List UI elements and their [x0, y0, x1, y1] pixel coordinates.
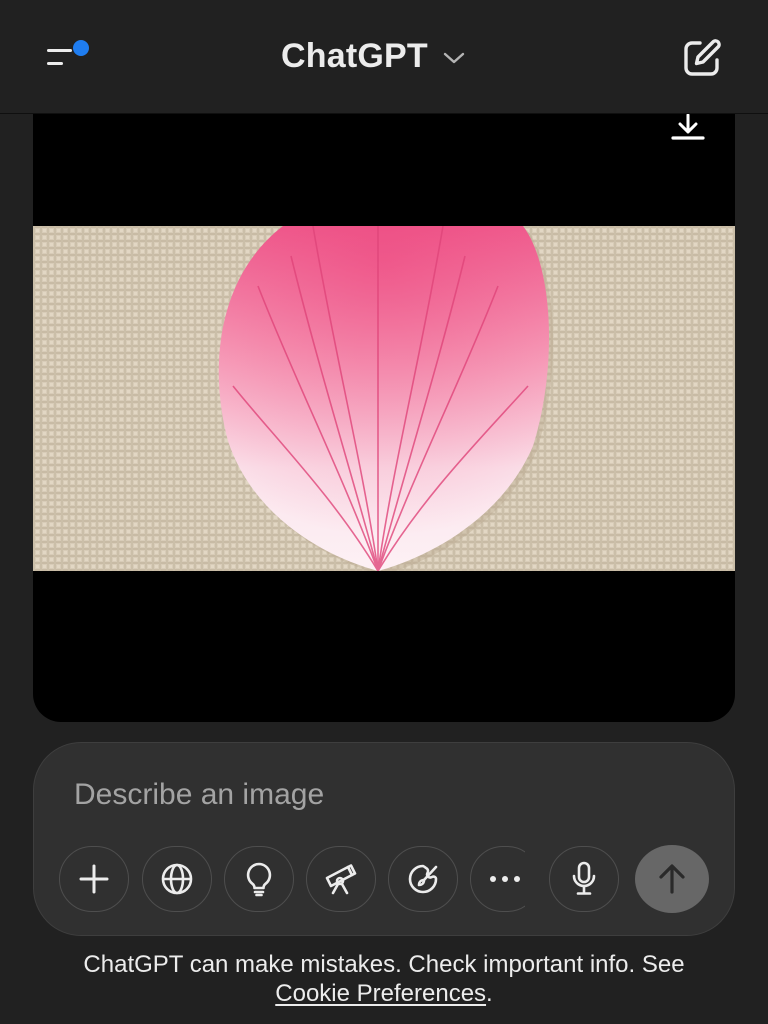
- menu-line-bottom: [47, 62, 63, 65]
- generated-image[interactable]: [33, 226, 735, 571]
- globe-icon: [161, 863, 193, 895]
- add-attachment-button[interactable]: [59, 846, 129, 912]
- prompt-input[interactable]: [74, 773, 684, 817]
- lightbulb-icon: [246, 862, 272, 897]
- create-image-button[interactable]: [388, 846, 458, 912]
- ellipsis-icon: [490, 876, 520, 882]
- plus-icon: [79, 864, 109, 894]
- sidebar-menu-button[interactable]: [40, 36, 96, 80]
- new-chat-pencil-icon: [684, 39, 721, 76]
- search-web-button[interactable]: [142, 846, 212, 912]
- reason-button[interactable]: [224, 846, 294, 912]
- generated-image-card: [33, 113, 735, 722]
- new-chat-button[interactable]: [680, 36, 724, 80]
- menu-line-top: [47, 49, 72, 52]
- chevron-down-icon: [443, 52, 465, 64]
- download-icon: [671, 113, 705, 140]
- disclaimer-suffix: .: [486, 980, 493, 1007]
- model-selector[interactable]: ChatGPT: [281, 34, 466, 78]
- app-title: ChatGPT: [281, 36, 428, 75]
- download-button[interactable]: [669, 113, 707, 145]
- voice-input-button[interactable]: [549, 846, 619, 912]
- notification-dot: [73, 40, 89, 56]
- telescope-icon: [325, 864, 357, 895]
- message-composer: [33, 742, 735, 936]
- disclaimer: ChatGPT can make mistakes. Check importa…: [0, 950, 768, 1008]
- cookie-preferences-link[interactable]: Cookie Preferences: [275, 980, 486, 1007]
- embroidered-petal-image: [33, 226, 735, 571]
- more-tools-button[interactable]: [470, 846, 525, 912]
- more-tools-container: [470, 846, 525, 912]
- send-button[interactable]: [635, 845, 709, 913]
- arrow-up-icon: [659, 864, 685, 894]
- top-app-bar: ChatGPT: [0, 0, 768, 114]
- disclaimer-text: ChatGPT can make mistakes. Check importa…: [83, 951, 685, 978]
- microphone-icon: [572, 861, 596, 895]
- deep-research-button[interactable]: [306, 846, 376, 912]
- paintbrush-icon: [408, 864, 438, 894]
